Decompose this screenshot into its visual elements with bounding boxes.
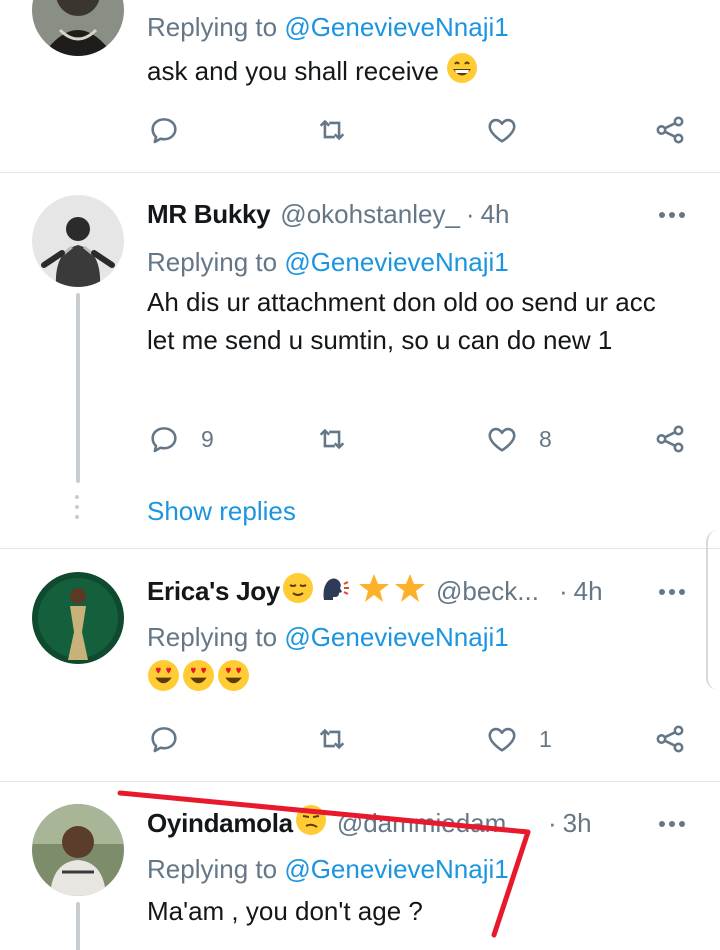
like-count: 1 xyxy=(539,725,552,752)
display-name[interactable]: Erica's Joy xyxy=(147,576,280,607)
heart-eyes-icon xyxy=(147,659,180,702)
avatar[interactable] xyxy=(32,0,124,56)
avatar[interactable] xyxy=(32,195,124,287)
heart-icon xyxy=(488,727,516,752)
retweet-icon xyxy=(319,119,345,141)
tweet-1[interactable]: MR Bukky @okohstanley_ · 4h Replying to … xyxy=(0,173,720,548)
tweet-0[interactable]: Replying to @GenevieveNnaji1 ask and you… xyxy=(0,0,720,172)
tweet-text: Ah dis ur attachment don old oo send ur … xyxy=(147,287,656,355)
grinning-face-icon xyxy=(446,52,478,94)
avatar-image xyxy=(32,0,124,56)
display-name[interactable]: MR Bukky xyxy=(147,199,271,230)
timestamp[interactable]: 3h xyxy=(563,808,592,839)
avatar-image xyxy=(32,195,124,287)
tweet-2[interactable]: Erica's Joy @beck... · 4h Replying to @G… xyxy=(0,549,720,781)
more-options-button[interactable] xyxy=(652,809,692,839)
tweet-actions xyxy=(147,110,692,150)
retweet-icon xyxy=(319,728,345,750)
retweet-button[interactable] xyxy=(315,719,349,759)
reply-count: 9 xyxy=(201,425,214,452)
heart-icon xyxy=(488,118,516,143)
replying-to: Replying to @GenevieveNnaji1 xyxy=(147,12,509,42)
reply-icon xyxy=(151,727,177,753)
timestamp[interactable]: 4h xyxy=(481,199,510,230)
heart-eyes-icon xyxy=(182,659,215,702)
like-button[interactable] xyxy=(485,110,519,150)
avatar-image xyxy=(32,804,124,896)
like-count: 8 xyxy=(539,425,552,452)
thread-line xyxy=(76,902,80,950)
share-icon xyxy=(656,725,684,753)
share-button[interactable] xyxy=(653,110,687,150)
avatar[interactable] xyxy=(32,804,124,896)
more-options-button[interactable] xyxy=(652,577,692,607)
retweet-button[interactable] xyxy=(315,110,349,150)
star-icon xyxy=(394,572,426,611)
thread-line xyxy=(76,293,80,483)
mention-link[interactable]: @GenevieveNnaji1 xyxy=(284,622,508,652)
tweet-text: ask and you shall receive xyxy=(147,52,687,94)
reply-button[interactable] xyxy=(147,110,181,150)
replying-to: Replying to @GenevieveNnaji1 xyxy=(147,247,509,277)
separator-dot: · xyxy=(558,575,568,606)
mention-link[interactable]: @GenevieveNnaji1 xyxy=(284,12,508,42)
heart-icon xyxy=(488,427,516,452)
timestamp[interactable]: 4h xyxy=(574,576,603,607)
avatar-image xyxy=(32,572,124,664)
reply-icon xyxy=(151,427,177,453)
share-button[interactable] xyxy=(653,419,687,459)
mention-link[interactable]: @GenevieveNnaji1 xyxy=(284,854,508,884)
more-options-button[interactable] xyxy=(652,200,692,230)
confused-face-icon xyxy=(295,804,327,843)
scroll-handle[interactable] xyxy=(706,530,720,690)
like-button[interactable]: 8 xyxy=(485,419,552,459)
separator-dot: · xyxy=(465,198,475,229)
avatar[interactable] xyxy=(32,572,124,664)
share-button[interactable] xyxy=(653,719,687,759)
tweet-header: Oyindamola @dammiedam... · 3h xyxy=(147,804,592,843)
replying-to: Replying to @GenevieveNnaji1 xyxy=(147,622,509,652)
tweet-actions: 1 xyxy=(147,719,692,759)
heart-eyes-icon xyxy=(217,659,250,702)
mention-link[interactable]: @GenevieveNnaji1 xyxy=(284,247,508,277)
display-name[interactable]: Oyindamola xyxy=(147,808,293,839)
star-icon xyxy=(358,572,390,611)
reply-button[interactable]: 9 xyxy=(147,419,214,459)
tweet-text: Ma'am , you don't age ? xyxy=(147,896,423,926)
share-icon xyxy=(656,425,684,453)
tweet-actions: 9 8 xyxy=(147,419,692,459)
tweet-header: MR Bukky @okohstanley_ · 4h xyxy=(147,197,510,231)
show-replies-link[interactable]: Show replies xyxy=(147,496,296,527)
reply-button[interactable] xyxy=(147,719,181,759)
speaking-head-icon xyxy=(318,572,350,611)
user-handle[interactable]: @beck... xyxy=(436,576,539,607)
share-icon xyxy=(656,116,684,144)
tweet-header: Erica's Joy @beck... · 4h xyxy=(147,572,603,611)
reply-icon xyxy=(151,118,177,144)
thread-gap-dots xyxy=(75,495,81,525)
user-handle[interactable]: @okohstanley_ xyxy=(280,199,460,230)
user-handle[interactable]: @dammiedam... xyxy=(337,808,528,839)
retweet-button[interactable] xyxy=(315,419,349,459)
retweet-icon xyxy=(319,428,345,450)
like-button[interactable]: 1 xyxy=(485,719,552,759)
tweet-3[interactable]: Oyindamola @dammiedam... · 3h Replying t… xyxy=(0,782,720,950)
tweet-text xyxy=(147,659,687,695)
relieved-face-icon xyxy=(282,572,314,611)
separator-dot: · xyxy=(547,807,557,838)
replying-to: Replying to @GenevieveNnaji1 xyxy=(147,854,509,884)
